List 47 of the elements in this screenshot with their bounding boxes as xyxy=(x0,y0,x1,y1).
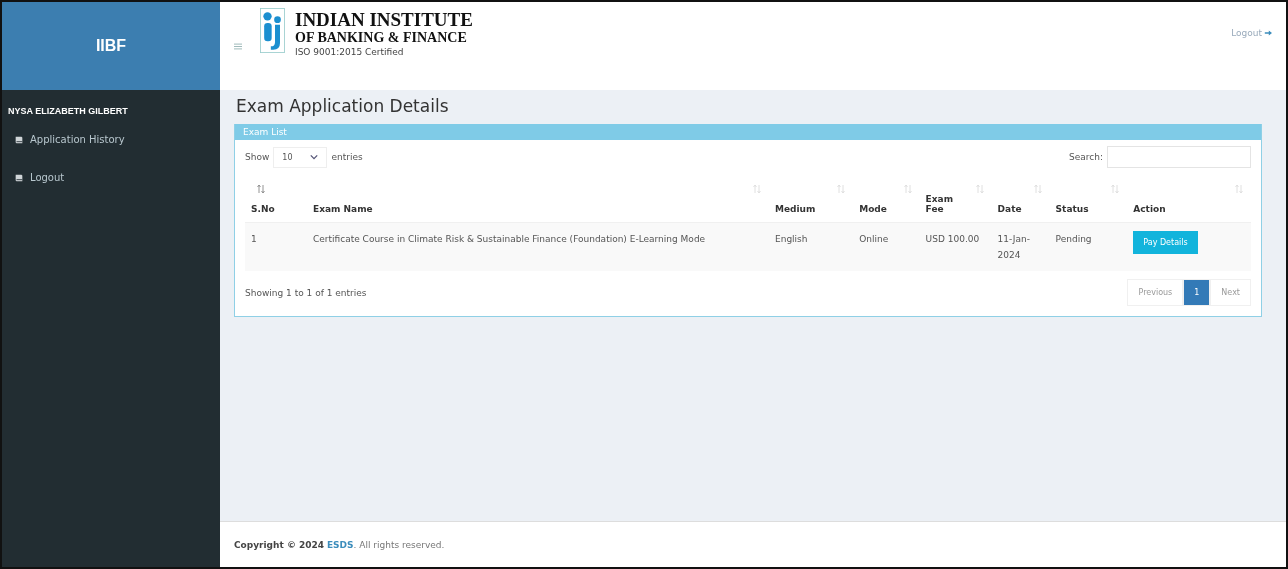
certification-text: ISO 9001:2015 Certified xyxy=(295,46,405,58)
book-icon xyxy=(14,134,24,145)
sort-icon xyxy=(1235,184,1245,194)
logo-icon xyxy=(260,8,285,53)
panel-title: Exam List xyxy=(243,127,287,137)
column-header[interactable]: Action xyxy=(1127,178,1251,223)
page-title: Exam Application Details xyxy=(236,96,450,116)
table-cell: Certificate Course in Climate Risk & Sustainable Finance (Foundation) E-Learning Mode xyxy=(307,222,769,271)
column-header[interactable]: Mode xyxy=(853,178,920,223)
search-label: Search: xyxy=(1069,152,1103,162)
brand-name: IIBF xyxy=(95,37,127,55)
show-label: Show xyxy=(245,152,270,162)
copyright-text: Copyright © 2024 ESDS. All rights reserved. xyxy=(234,539,445,550)
sign-out-icon xyxy=(1264,29,1272,37)
column-header[interactable]: Status xyxy=(1049,178,1128,223)
company-link[interactable]: ESDS xyxy=(326,539,354,550)
table-cell: 1 xyxy=(245,222,307,271)
table-cell: English xyxy=(769,222,854,271)
sort-icon xyxy=(1111,184,1122,194)
sort-icon xyxy=(753,184,763,194)
sidebar-item[interactable]: Application History xyxy=(2,128,137,151)
institute-name: OF BANKING & FINANCE xyxy=(295,30,468,46)
chevron-icon xyxy=(310,154,319,160)
sort-icon xyxy=(1033,184,1044,194)
institute-name: INDIAN INSTITUTE xyxy=(295,10,473,30)
table-cell: USD 100.00 xyxy=(919,222,992,271)
entries-info: Showing 1 to 1 of 1 entries xyxy=(245,287,367,298)
column-header[interactable]: Exam Name xyxy=(307,178,769,223)
column-header[interactable]: S.No xyxy=(245,178,307,223)
column-header[interactable]: Date xyxy=(991,178,1050,223)
page-size-select[interactable]: 10 xyxy=(273,146,328,168)
column-header[interactable]: Medium xyxy=(769,178,854,223)
search-field[interactable] xyxy=(1107,146,1251,168)
sort-icon xyxy=(975,184,986,194)
sort-icon xyxy=(837,184,848,194)
menu-icon[interactable] xyxy=(234,42,242,50)
sort-icon xyxy=(903,184,914,194)
table-cell: Pending xyxy=(1049,222,1128,271)
user-name: NYSA ELIZABETH GILBERT xyxy=(7,105,129,118)
column-header[interactable]: Exam Fee xyxy=(919,178,992,223)
sidebar-item[interactable]: Logout xyxy=(2,166,77,189)
table-cell: Online xyxy=(853,222,920,271)
book-icon xyxy=(14,172,24,183)
entries-label: entries xyxy=(331,152,363,162)
sort-ascending-icon xyxy=(257,184,267,194)
table-cell: 11-Jan-2024 xyxy=(991,222,1050,271)
pagination-button[interactable]: 1 xyxy=(1183,279,1211,306)
